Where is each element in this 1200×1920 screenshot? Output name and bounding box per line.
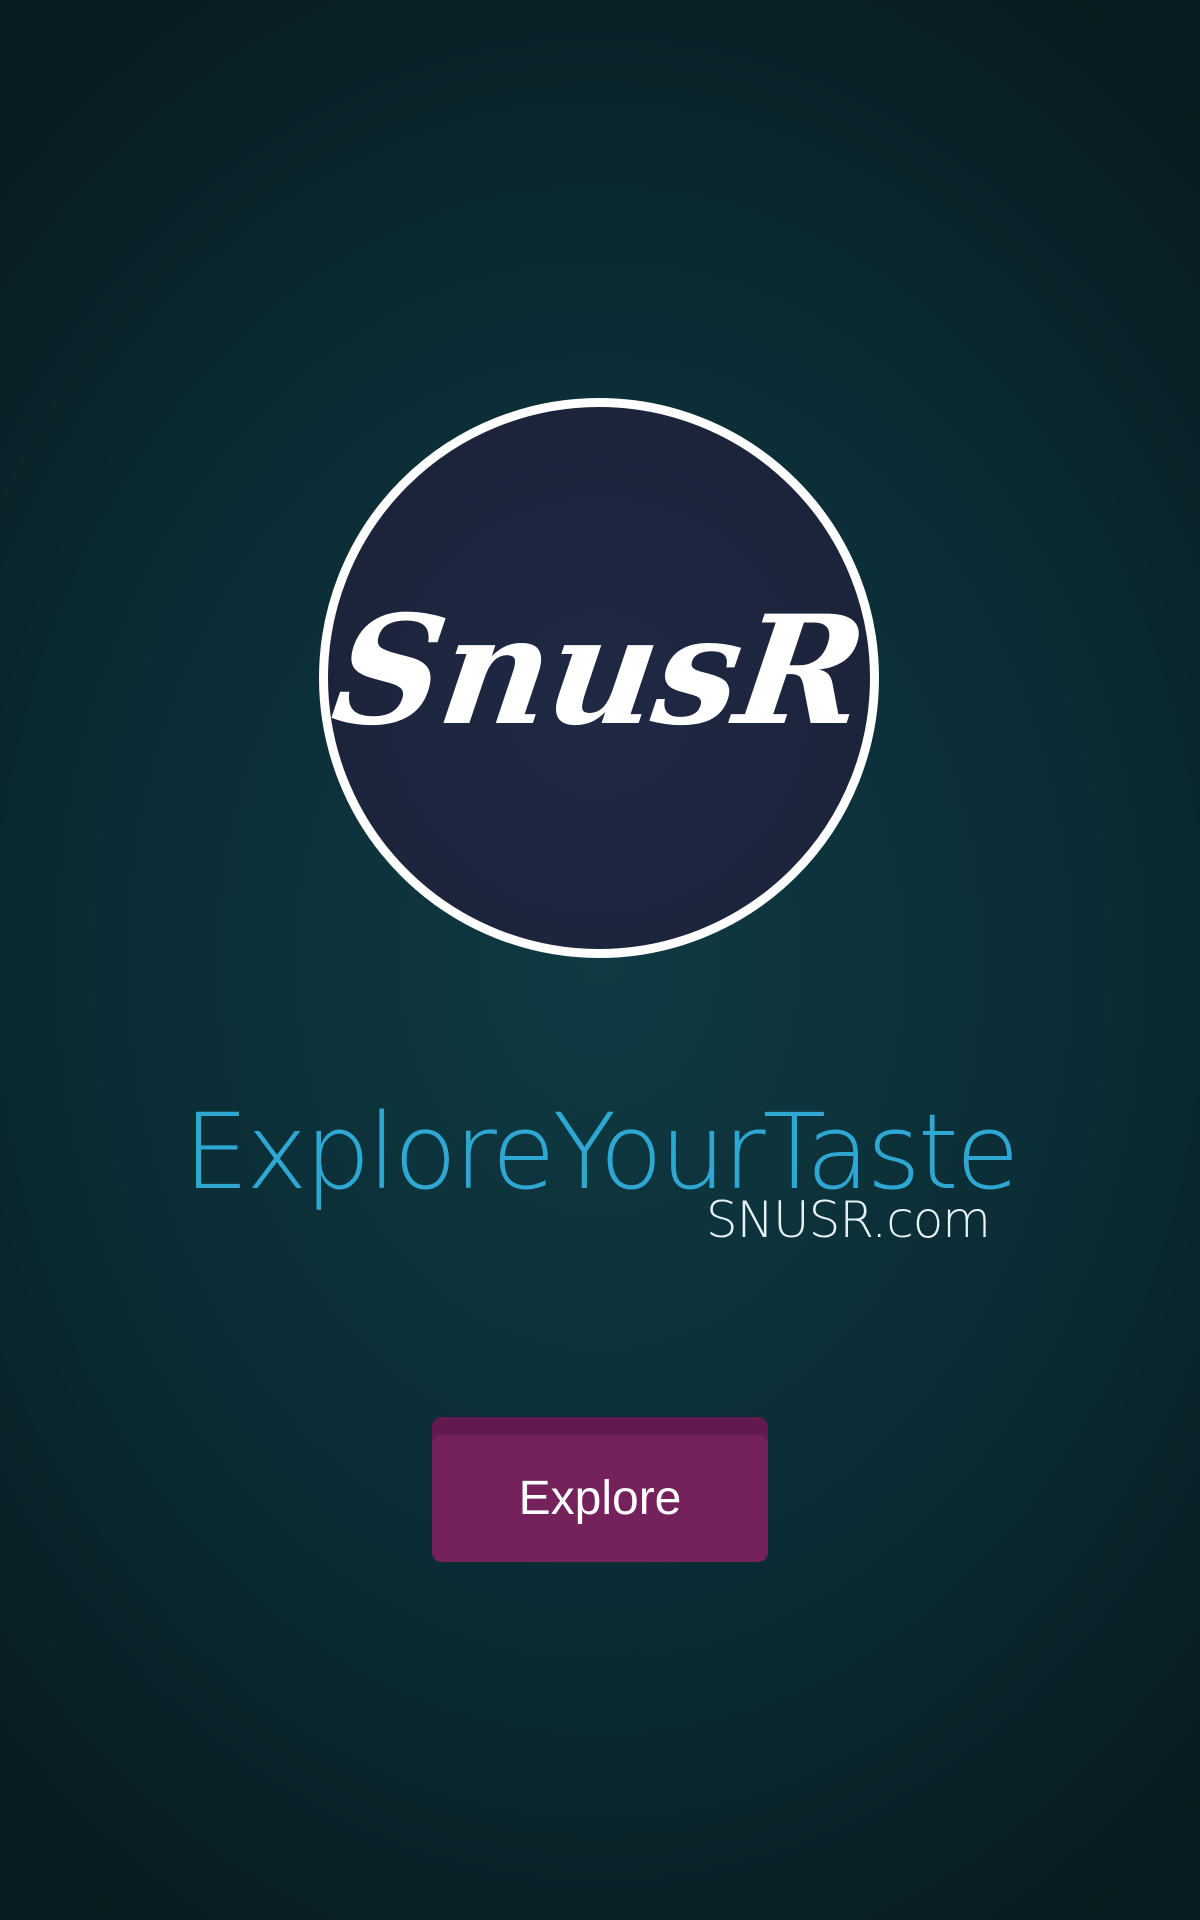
site-domain: SNUSR.com xyxy=(705,1191,991,1249)
tagline: ExploreYourTaste xyxy=(183,1091,1019,1213)
logo-wordmark: SnusR xyxy=(323,583,875,759)
explore-button[interactable]: Explore xyxy=(432,1417,768,1562)
logo-badge: SnusR xyxy=(319,398,879,958)
